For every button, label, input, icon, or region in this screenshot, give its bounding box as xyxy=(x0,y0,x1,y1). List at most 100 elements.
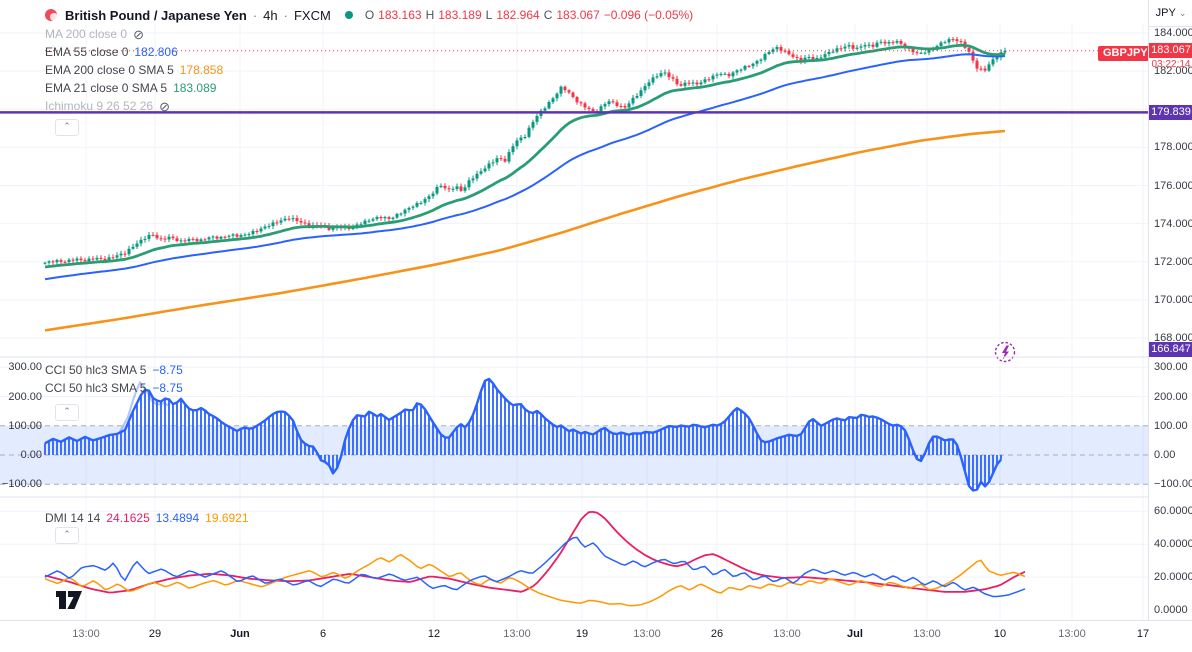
symbol-logo-icon xyxy=(45,8,59,22)
dmi-minus-line[interactable] xyxy=(44,553,1026,607)
time-tick: 29 xyxy=(148,628,162,640)
trading-chart-app: British Pound / Japanese Yen · 4h · FXCM… xyxy=(0,0,1192,652)
legend-label: MA 200 close 0 xyxy=(45,27,128,41)
symbol-price-tag: GBPJPY xyxy=(1098,46,1153,61)
market-status-dot[interactable] xyxy=(344,11,353,19)
time-tick: 13:00 xyxy=(1058,628,1086,640)
price-tick: 178.000 xyxy=(1154,141,1192,154)
eye-off-icon[interactable]: ⊘ xyxy=(159,100,170,113)
symbol-header[interactable]: British Pound / Japanese Yen · 4h · FXCM… xyxy=(45,6,693,24)
cci-legend-row[interactable]: CCI 50 hlc3 SMA 5 −8.75 xyxy=(45,361,183,379)
legend-label: EMA 200 close 0 SMA 5 xyxy=(45,63,174,77)
price-tick: 184.000 xyxy=(1154,27,1192,39)
symbol-title[interactable]: British Pound / Japanese Yen xyxy=(65,8,247,23)
collapse-pane-button[interactable]: ⌃ xyxy=(55,119,79,136)
time-tick: Jun xyxy=(230,628,250,640)
alert-lightning-icon[interactable] xyxy=(994,341,1016,363)
time-tick: 26 xyxy=(710,628,724,640)
legend-value: −8.75 xyxy=(152,363,183,377)
interval-label[interactable]: 4h xyxy=(263,8,277,23)
price-axis[interactable]: JPY ⌄ 184.000 182.000 178.000 176.000 174.00… xyxy=(1148,0,1192,620)
cci-tick-left: 100.00 xyxy=(8,419,42,432)
cci-legend: CCI 50 hlc3 SMA 5 −8.75 CCI 50 hlc3 SMA … xyxy=(45,361,183,397)
legend-label: Ichimoku 9 26 52 26 xyxy=(45,99,154,113)
change-value: −0.096 (−0.05%) xyxy=(603,8,694,22)
ohlc-value: 183.067 xyxy=(556,8,600,22)
ohlc-key: O xyxy=(364,8,375,22)
bar-countdown: 03:22:14 xyxy=(1151,59,1191,70)
cci-tick: 100.00 xyxy=(1154,419,1188,432)
legend-label: EMA 55 close 0 xyxy=(45,45,129,59)
legend-value: 183.089 xyxy=(173,81,217,95)
time-tick: 19 xyxy=(575,628,589,640)
ema200-line[interactable] xyxy=(44,129,1006,332)
currency-dropdown[interactable]: JPY ⌄ xyxy=(1149,0,1192,27)
time-tick: Jul xyxy=(847,628,863,640)
legend-value: 24.1625 xyxy=(106,511,150,525)
time-tick: 12 xyxy=(427,628,441,640)
time-tick: 6 xyxy=(319,628,327,640)
title-separator: · xyxy=(252,7,258,23)
legend-row[interactable]: EMA 21 close 0 SMA 5 183.089 xyxy=(45,79,223,97)
title-separator: · xyxy=(283,7,288,23)
ohlc-value: 183.163 xyxy=(378,8,422,22)
legend-label: EMA 21 close 0 SMA 5 xyxy=(45,81,168,95)
cci-tick: 0.00 xyxy=(1154,449,1176,461)
ohlc-value: 182.964 xyxy=(496,8,540,22)
cci-legend-row[interactable]: CCI 50 hlc3 SMA 5 −8.75 xyxy=(45,379,183,397)
legend-label: CCI 50 hlc3 SMA 5 xyxy=(45,363,147,377)
legend-row[interactable]: MA 200 close 0 ⊘ xyxy=(45,25,223,43)
ohlc-key: H xyxy=(425,8,435,22)
price-tick: 174.000 xyxy=(1154,217,1192,230)
currency-label: JPY xyxy=(1155,7,1176,19)
eye-off-icon[interactable]: ⊘ xyxy=(133,28,144,41)
time-tick: 13:00 xyxy=(773,628,801,640)
cci-tick-left: 300.00 xyxy=(8,361,42,374)
time-tick: 13:00 xyxy=(913,628,941,640)
legend-label: CCI 50 hlc3 SMA 5 xyxy=(45,381,147,395)
dmi-tick: 0.0000 xyxy=(1154,604,1188,616)
cci-tick: 300.00 xyxy=(1154,361,1188,374)
legend-value: −8.75 xyxy=(152,381,183,395)
legend-value: 13.4894 xyxy=(155,511,200,525)
cci-tick: −100.00 xyxy=(1154,478,1192,491)
ohlc-key: C xyxy=(543,8,553,22)
collapse-dmi-button[interactable]: ⌃ xyxy=(55,527,79,544)
dmi-tick: 60.0000 xyxy=(1154,505,1192,518)
ohlc-values: O 183.163 H 183.189 L 182.964 C 183.067 −0.096 (… xyxy=(365,8,693,22)
time-tick: 10 xyxy=(993,628,1007,640)
last-price-label: 183.067 xyxy=(1149,43,1192,58)
exchange-label: FXCM xyxy=(293,7,331,23)
legend-row[interactable]: Ichimoku 9 26 52 26 ⊘ xyxy=(45,97,223,115)
tradingview-logo[interactable] xyxy=(55,588,85,617)
indicator-legend: MA 200 close 0 ⊘ EMA 55 close 0 182.806 … xyxy=(45,25,223,115)
collapse-cci-button[interactable]: ⌃ xyxy=(55,404,79,421)
dmi-tick: 20.0000 xyxy=(1154,571,1192,584)
time-tick: 17 xyxy=(1136,628,1150,640)
cci-tick-left: 200.00 xyxy=(8,390,42,403)
legend-label: DMI 14 14 xyxy=(45,511,101,525)
time-axis[interactable]: Z A 13:0029Jun61213:001913:002613:00Jul1… xyxy=(0,620,1192,652)
cci-tick-left: 0.00 xyxy=(20,449,42,461)
level-price-label: 179.839 xyxy=(1149,104,1192,120)
dmi-legend-row[interactable]: DMI 14 14 24.1625 13.4894 19.6921 xyxy=(45,509,249,527)
time-tick: 13:00 xyxy=(503,628,531,640)
price-tick: 170.000 xyxy=(1154,293,1192,306)
time-tick: 13:00 xyxy=(72,628,100,640)
level-price-label: 166.847 xyxy=(1149,341,1192,357)
ohlc-key: L xyxy=(485,8,493,22)
chevron-down-icon: ⌄ xyxy=(1178,7,1187,18)
cci-tick-left: −100.00 xyxy=(1,478,42,491)
legend-value: 182.806 xyxy=(134,45,178,59)
legend-value: 178.858 xyxy=(179,63,224,77)
cci-tick: 200.00 xyxy=(1154,390,1188,403)
ohlc-value: 183.189 xyxy=(438,8,482,22)
price-tick: 172.000 xyxy=(1154,255,1192,268)
legend-row[interactable]: EMA 55 close 0 182.806 xyxy=(45,43,223,61)
time-tick: 13:00 xyxy=(633,628,661,640)
legend-value: 19.6921 xyxy=(205,511,249,525)
legend-row[interactable]: EMA 200 close 0 SMA 5 178.858 xyxy=(45,61,223,79)
dmi-tick: 40.0000 xyxy=(1154,538,1192,551)
price-tick: 176.000 xyxy=(1154,179,1192,192)
dmi-legend: DMI 14 14 24.1625 13.4894 19.6921 xyxy=(45,509,249,527)
